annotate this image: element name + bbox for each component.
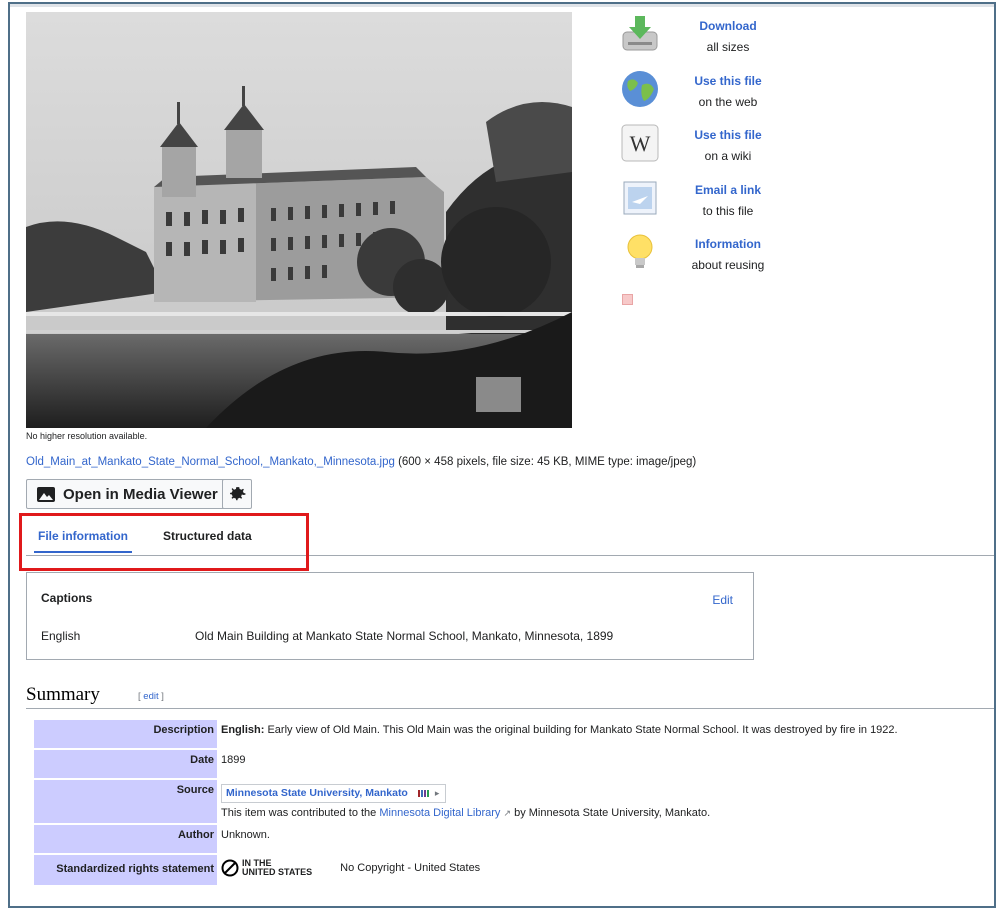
no-copyright-icon — [221, 859, 239, 877]
email-link-action[interactable]: Email a link to this file — [620, 178, 800, 233]
use-on-wiki-action[interactable]: W Use this file on a wiki — [620, 123, 800, 178]
email-icon — [623, 181, 657, 214]
rights-value: IN THE UNITED STATES No Copyright - Unit… — [219, 855, 900, 885]
captions-title: Captions — [41, 591, 93, 605]
file-meta: (600 × 458 pixels, file size: 45 KB, MIM… — [398, 456, 697, 468]
use-on-web-subtitle: on the web — [698, 94, 758, 109]
no-higher-resolution-note: No higher resolution available. — [26, 431, 148, 441]
use-on-web-title: Use this file — [694, 73, 762, 88]
source-note-post: by Minnesota State University, Mankato. — [511, 807, 711, 819]
source-value: Minnesota State University, Mankato ▸ Th… — [219, 780, 900, 823]
date-value: 1899 — [221, 754, 246, 766]
photo-illustration — [26, 12, 572, 428]
captions-edit-link[interactable]: Edit — [712, 593, 733, 607]
external-link-icon: ↗ — [503, 808, 512, 818]
download-icon — [622, 16, 658, 51]
source-key: Source — [34, 780, 217, 823]
broken-image-icon — [622, 294, 633, 305]
gear-icon — [230, 487, 246, 501]
rights-key: Standardized rights statement — [34, 855, 217, 885]
rights-statement-text: No Copyright - United States — [340, 862, 481, 874]
expand-arrow-icon: ▸ — [434, 787, 440, 798]
wikipedia-icon: W — [621, 124, 659, 162]
author-value: Unknown. — [221, 829, 270, 841]
author-key: Author — [34, 825, 217, 853]
caption-language: English — [41, 629, 81, 643]
summary-heading: Summary — [26, 684, 100, 705]
rights-statement-logo[interactable]: IN THE UNITED STATES — [221, 859, 312, 877]
building-photo[interactable] — [26, 12, 572, 428]
email-link-title: Email a link — [694, 182, 762, 197]
captions-panel: Captions Edit English Old Main Building … — [26, 572, 754, 660]
source-note-pre: This item was contributed to the — [221, 807, 380, 819]
open-in-media-viewer-button[interactable]: Open in Media Viewer — [26, 479, 227, 509]
globe-icon — [622, 70, 658, 107]
download-subtitle: all sizes — [706, 40, 750, 54]
institution-bars-icon — [417, 789, 429, 797]
reuse-info-title: Information — [695, 237, 761, 251]
summary-edit-link[interactable]: edit — [143, 691, 158, 702]
file-info-line: Old_Main_at_Mankato_State_Normal_School,… — [26, 456, 696, 468]
use-on-web-action[interactable]: Use this file on the web — [620, 69, 800, 124]
reuse-info-action[interactable]: Information about reusing — [620, 232, 800, 287]
image-icon — [37, 486, 55, 502]
lightbulb-icon — [627, 234, 653, 268]
file-actions-panel: Download all sizes Use this file on the … — [620, 14, 800, 287]
source-institution-name: Minnesota State University, Mankato — [226, 787, 408, 799]
use-on-wiki-title: Use this file — [694, 128, 762, 142]
tabs-highlight-box — [19, 513, 309, 571]
table-row: Author Unknown. — [34, 825, 900, 853]
description-value: English: Early view of Old Main. This Ol… — [219, 720, 900, 748]
use-on-wiki-subtitle: on a wiki — [704, 149, 752, 163]
top-strip — [10, 4, 994, 7]
table-row: Source Minnesota State University, Manka… — [34, 780, 900, 823]
media-viewer-settings-button[interactable] — [222, 479, 252, 509]
reuse-info-subtitle: about reusing — [691, 258, 765, 272]
rights-statement: IN THE UNITED STATES No Copyright - Unit… — [221, 859, 898, 877]
summary-edit-close: ] — [158, 691, 164, 702]
svg-text:W: W — [630, 131, 651, 156]
source-institution-box[interactable]: Minnesota State University, Mankato ▸ — [221, 784, 447, 803]
download-action[interactable]: Download all sizes — [620, 14, 800, 69]
minnesota-digital-library-link[interactable]: Minnesota Digital Library — [379, 807, 500, 819]
caption-text: Old Main Building at Mankato State Norma… — [195, 629, 614, 643]
description-text: Early view of Old Main. This Old Main wa… — [264, 724, 898, 736]
page-frame: No higher resolution available. Old_Main… — [8, 2, 996, 908]
summary-edit: [ edit ] — [138, 691, 164, 702]
date-key: Date — [34, 750, 217, 778]
rights-logo-line2: UNITED STATES — [242, 867, 313, 877]
description-lang: English: — [221, 724, 265, 736]
table-row: Description English: Early view of Old M… — [34, 720, 900, 748]
table-row: Date 1899 — [34, 750, 900, 778]
table-row: Standardized rights statement IN THE UNI… — [34, 855, 900, 885]
open-in-media-viewer-label: Open in Media Viewer — [63, 485, 218, 503]
original-file-link[interactable]: Old_Main_at_Mankato_State_Normal_School,… — [26, 456, 395, 468]
email-link-subtitle: to this file — [702, 203, 754, 218]
description-key: Description — [34, 720, 217, 748]
summary-table: Description English: Early view of Old M… — [32, 718, 902, 887]
download-title: Download — [699, 19, 757, 33]
summary-divider — [26, 708, 994, 709]
